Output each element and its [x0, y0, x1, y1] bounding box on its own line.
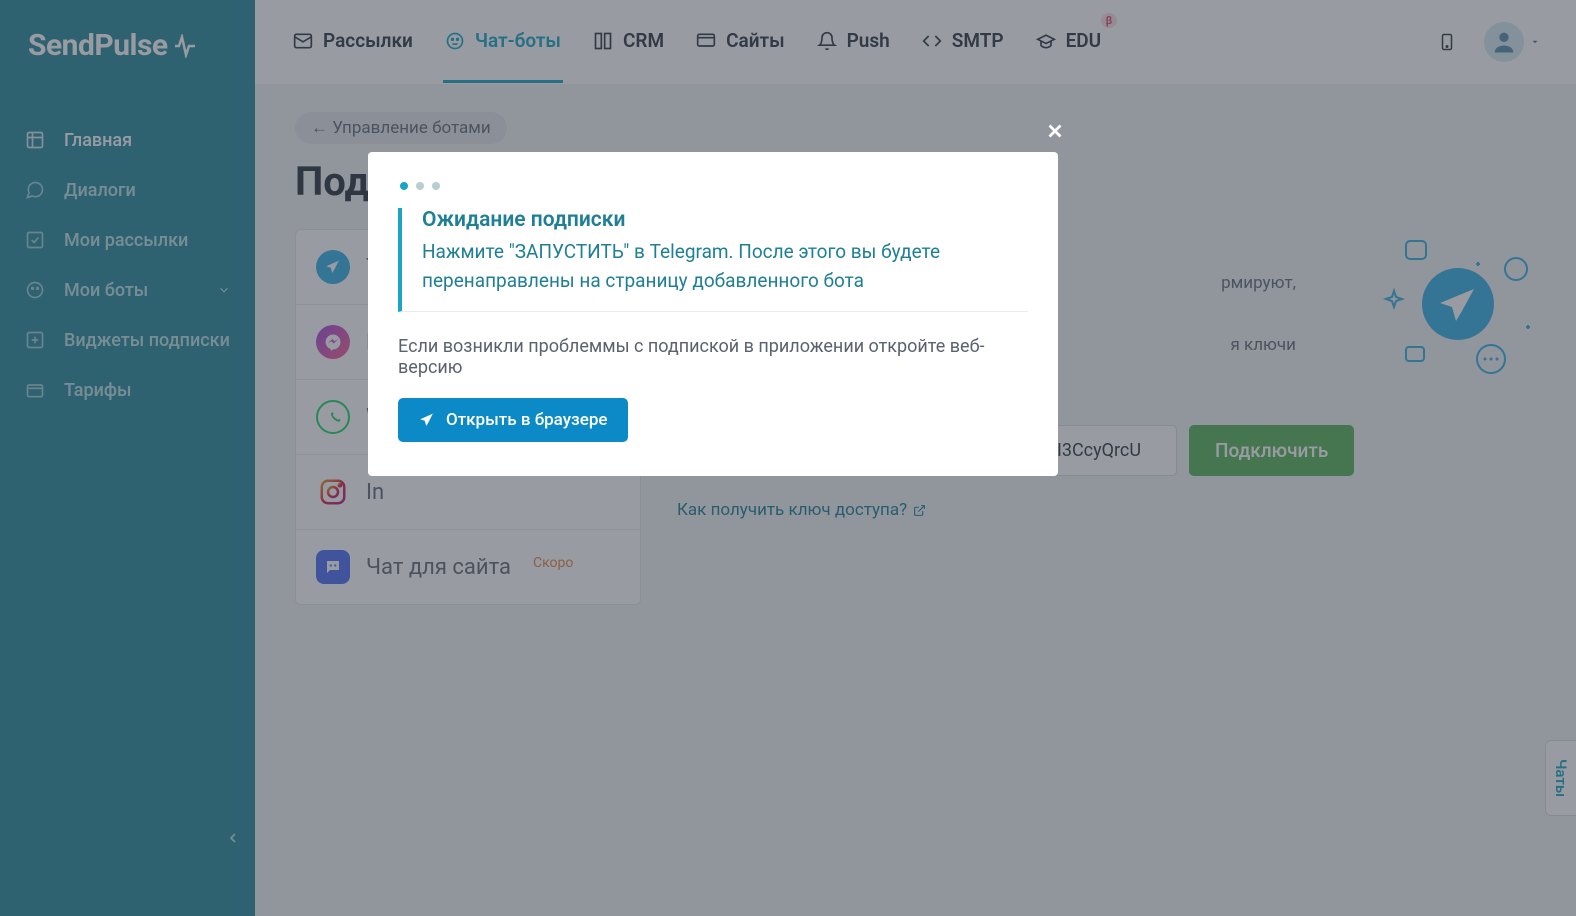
button-label: Открыть в браузере [446, 410, 608, 430]
dot [416, 182, 424, 190]
modal: Ожидание подписки Нажмите "ЗАПУСТИТЬ" в … [368, 152, 1058, 476]
dot [432, 182, 440, 190]
telegram-icon [418, 411, 436, 429]
modal-description: Нажмите "ЗАПУСТИТЬ" в Telegram. После эт… [422, 238, 1028, 295]
modal-body: Ожидание подписки Нажмите "ЗАПУСТИТЬ" в … [398, 208, 1028, 312]
modal-close-button[interactable] [1040, 116, 1070, 146]
open-in-browser-button[interactable]: Открыть в браузере [398, 398, 628, 442]
progress-dots [400, 182, 1028, 190]
modal-note: Если возникли проблеммы с подпиской в пр… [398, 336, 1028, 378]
close-icon [1044, 120, 1066, 142]
modal-title: Ожидание подписки [422, 208, 1028, 232]
dot [400, 182, 408, 190]
